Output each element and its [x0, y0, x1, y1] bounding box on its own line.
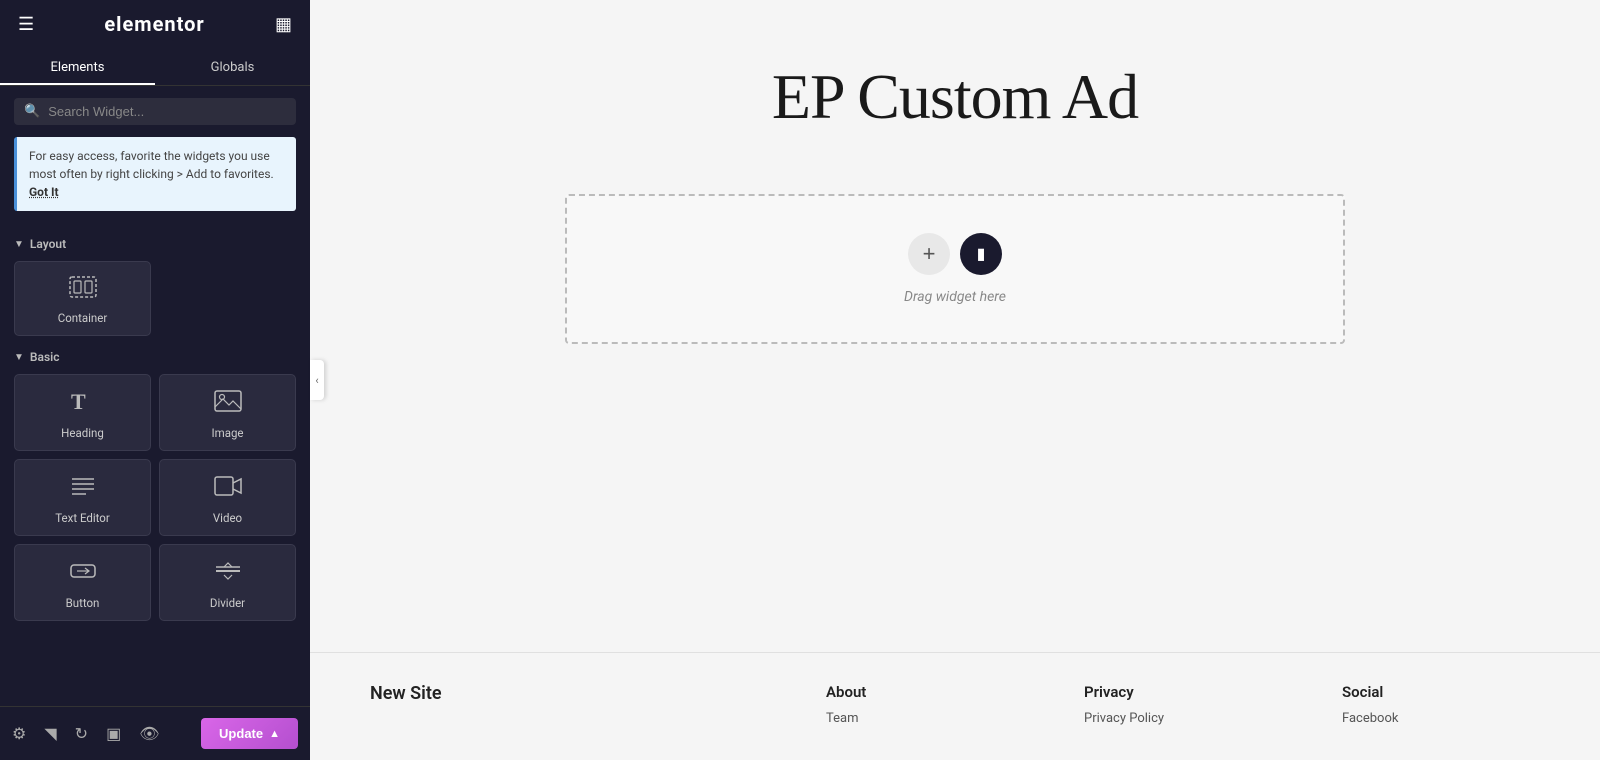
tab-elements[interactable]: Elements — [0, 48, 155, 85]
update-button[interactable]: Update ▲ — [201, 718, 298, 749]
got-it-link[interactable]: Got It — [29, 185, 59, 199]
canvas: EP Custom Ad + ▮ Drag widget here New Si… — [310, 0, 1600, 760]
settings-icon[interactable]: ⚙ — [12, 724, 26, 743]
tab-globals[interactable]: Globals — [155, 48, 310, 85]
drop-zone[interactable]: + ▮ Drag widget here — [565, 194, 1345, 344]
search-icon: 🔍 — [24, 104, 40, 119]
widget-image-label: Image — [211, 426, 243, 440]
footer-col-privacy-title: Privacy — [1084, 683, 1282, 701]
widget-divider[interactable]: Divider — [159, 544, 296, 621]
widget-search-area: 🔍 — [0, 86, 310, 137]
sidebar-tabs: Elements Globals — [0, 48, 310, 86]
widget-container-label: Container — [58, 311, 108, 325]
sidebar-bottom-toolbar: ⚙ ◥ ↻ ▣ 👁 Update ▲ — [0, 706, 310, 760]
widget-button-label: Button — [66, 596, 100, 610]
navigator-icon[interactable]: ▣ — [106, 724, 121, 743]
search-input[interactable] — [48, 104, 286, 119]
container-icon — [69, 276, 97, 303]
text-editor-icon — [69, 474, 97, 503]
widget-heading-label: Heading — [61, 426, 104, 440]
sidebar-collapse-handle[interactable]: ‹ — [310, 360, 324, 400]
footer-col-privacy: Privacy Privacy Policy — [1084, 683, 1282, 730]
elementor-logo: elementor — [104, 12, 204, 36]
layers-icon[interactable]: ◥ — [44, 724, 56, 743]
template-button[interactable]: ▮ — [960, 233, 1002, 275]
sidebar: ☰ elementor ▦ Elements Globals 🔍 For eas… — [0, 0, 310, 760]
preview-icon[interactable]: 👁 — [139, 724, 159, 743]
footer-col-social: Social Facebook — [1342, 683, 1540, 730]
sidebar-header: ☰ elementor ▦ — [0, 0, 310, 48]
widget-divider-label: Divider — [210, 596, 245, 610]
footer-social-facebook: Facebook — [1342, 711, 1540, 726]
section-layout-label[interactable]: ▼ Layout — [14, 237, 296, 251]
update-label: Update — [219, 726, 263, 741]
widget-button[interactable]: Button — [14, 544, 151, 621]
widget-video-label: Video — [213, 511, 242, 525]
bottom-icons-group: ⚙ ◥ ↻ ▣ 👁 — [12, 724, 160, 743]
widget-image[interactable]: Image — [159, 374, 296, 451]
drop-zone-label: Drag widget here — [904, 289, 1006, 305]
hamburger-icon[interactable]: ☰ — [18, 14, 34, 35]
drop-zone-buttons: + ▮ — [908, 233, 1002, 275]
footer-col-social-title: Social — [1342, 683, 1540, 701]
widget-heading[interactable]: T Heading — [14, 374, 151, 451]
footer-privacy-policy: Privacy Policy — [1084, 711, 1282, 726]
section-layout-text: Layout — [30, 237, 66, 251]
section-basic-label[interactable]: ▼ Basic — [14, 350, 296, 364]
page-title: EP Custom Ad — [772, 60, 1138, 134]
section-layout-arrow: ▼ — [14, 239, 24, 250]
add-widget-button[interactable]: + — [908, 233, 950, 275]
update-chevron-icon: ▲ — [269, 728, 280, 740]
footer-brand: New Site — [370, 683, 766, 730]
footer-col-about-title: About — [826, 683, 1024, 701]
section-basic-text: Basic — [30, 350, 60, 364]
button-icon — [69, 559, 97, 588]
divider-icon — [214, 559, 242, 588]
widget-container[interactable]: Container — [14, 261, 151, 336]
heading-icon: T — [69, 389, 97, 418]
video-icon — [214, 474, 242, 503]
page-footer: New Site About Team Privacy Privacy Poli… — [310, 652, 1600, 760]
widget-video[interactable]: Video — [159, 459, 296, 536]
history-icon[interactable]: ↻ — [75, 724, 88, 743]
canvas-inner: EP Custom Ad + ▮ Drag widget here New Si… — [310, 0, 1600, 760]
image-icon — [214, 389, 242, 418]
tip-banner: For easy access, favorite the widgets yo… — [14, 137, 296, 211]
grid-icon[interactable]: ▦ — [275, 14, 292, 35]
basic-widget-grid: T Heading Image — [14, 374, 296, 621]
section-basic-arrow: ▼ — [14, 352, 24, 363]
footer-about-team: Team — [826, 711, 1024, 726]
svg-text:T: T — [71, 389, 86, 413]
widget-text-editor-label: Text Editor — [55, 511, 110, 525]
page-content: EP Custom Ad + ▮ Drag widget here — [310, 0, 1600, 652]
search-input-wrap: 🔍 — [14, 98, 296, 125]
widgets-panel: ▼ Layout Container ▼ Basic — [0, 223, 310, 760]
layout-widget-grid: Container — [14, 261, 296, 336]
tip-text: For easy access, favorite the widgets yo… — [29, 149, 274, 181]
footer-col-about: About Team — [826, 683, 1024, 730]
widget-text-editor[interactable]: Text Editor — [14, 459, 151, 536]
